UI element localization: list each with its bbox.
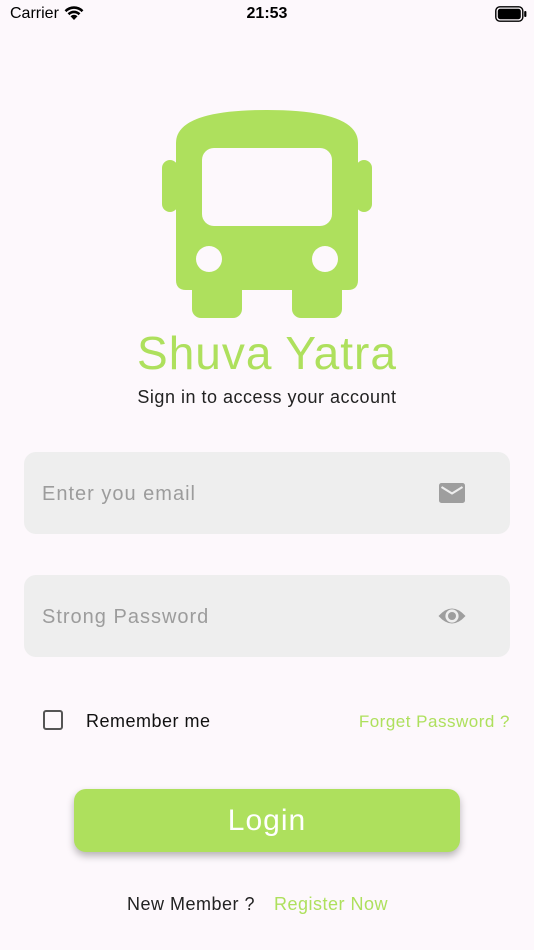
bus-icon: [162, 110, 372, 318]
battery-icon: [495, 6, 527, 22]
password-input[interactable]: [40, 575, 424, 659]
status-bar: Carrier 21:53: [0, 0, 534, 30]
page-subtitle: Sign in to access your account: [137, 387, 397, 407]
register-now-link[interactable]: Register Now: [274, 894, 388, 915]
email-input[interactable]: [40, 452, 424, 536]
password-field-container[interactable]: [24, 575, 510, 659]
login-button[interactable]: Login: [74, 789, 460, 852]
mail-icon: [439, 483, 465, 503]
remember-me-label: Remember me: [86, 711, 211, 731]
email-field-container[interactable]: [24, 452, 510, 536]
forget-password-link[interactable]: Forget Password ?: [359, 712, 510, 732]
clock: 21:53: [246, 5, 288, 22]
eye-icon[interactable]: [438, 603, 466, 629]
new-member-label: New Member ?: [127, 894, 256, 914]
remember-me-checkbox[interactable]: [43, 710, 63, 730]
app-title: Shuva Yatra: [137, 327, 397, 379]
